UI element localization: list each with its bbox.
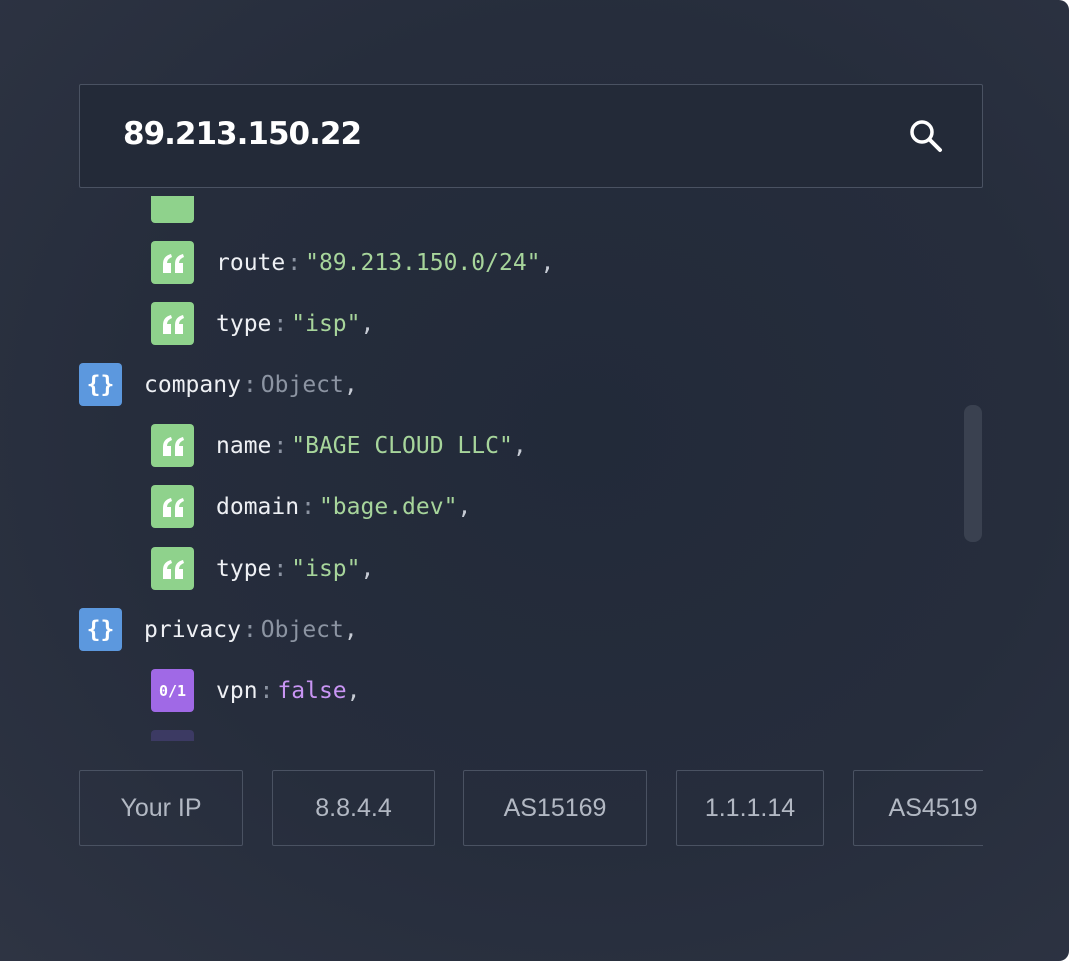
string-type-icon [151,485,194,528]
json-value: "isp" [291,310,361,337]
json-value: "isp" [291,555,361,582]
colon: : [273,432,288,459]
comma: , [512,432,527,459]
json-row[interactable]: {} privacy: Object, [79,608,358,651]
ip-lookup-panel: 89.213.150.22 route: "89.213.150.0/24", t… [0,0,1069,961]
string-type-icon [151,241,194,284]
comma: , [343,616,358,643]
json-key: name [216,432,272,459]
json-key: type [216,310,272,337]
json-row: type: "isp", [151,302,374,345]
chip-as15169[interactable]: AS15169 [463,770,647,846]
json-row-partial-bottom [151,730,216,741]
json-key: route [216,249,286,276]
search-icon[interactable] [908,118,944,154]
json-row[interactable]: {} company: Object, [79,363,358,406]
colon: : [242,371,257,398]
object-type-icon: {} [79,363,122,406]
chip-8-8-4-4[interactable]: 8.8.4.4 [272,770,435,846]
json-key: company [144,371,241,398]
json-row: domain: "bage.dev", [151,485,471,528]
json-value: "bage.dev" [318,493,458,520]
json-key: vpn [216,677,258,704]
boolean-type-icon: 0/1 [151,669,194,712]
json-key: type [216,555,272,582]
json-key: privacy [144,616,241,643]
colon: : [301,493,315,520]
json-value: Object [260,616,344,643]
chip-as4519[interactable]: AS4519 [853,770,983,846]
chip-1-1-1-14[interactable]: 1.1.1.14 [676,770,824,846]
json-value: false [277,677,347,704]
colon: : [242,616,257,643]
colon: : [259,677,274,704]
boolean-type-icon [151,730,194,741]
json-row: route: "89.213.150.0/24", [151,241,554,284]
json-row: type: "isp", [151,547,374,590]
chip-your-ip[interactable]: Your IP [79,770,243,846]
string-type-icon [151,424,194,467]
colon: : [287,249,302,276]
json-key: domain [216,493,300,520]
comma: , [346,677,361,704]
search-input[interactable]: 89.213.150.22 [123,116,362,152]
json-result-view: route: "89.213.150.0/24", type: "isp", {} … [79,196,983,741]
json-row-partial-top [151,196,216,223]
colon: : [273,555,288,582]
json-row: name: "BAGE CLOUD LLC", [151,424,527,467]
quick-lookup-chips: Your IP 8.8.4.4 AS15169 1.1.1.14 AS4519 [79,770,983,848]
object-type-icon: {} [79,608,122,651]
json-value: "BAGE CLOUD LLC" [291,432,513,459]
comma: , [343,371,358,398]
scrollbar-thumb[interactable] [964,405,982,542]
search-box[interactable]: 89.213.150.22 [79,84,983,188]
string-type-icon [151,302,194,345]
colon: : [273,310,288,337]
comma: , [360,310,375,337]
json-row: 0/1 vpn: false, [151,669,361,712]
json-value: Object [260,371,344,398]
comma: , [457,493,472,520]
string-type-icon [151,547,194,590]
string-type-icon [151,196,194,223]
comma: , [360,555,375,582]
json-value: "89.213.150.0/24" [305,249,541,276]
comma: , [540,249,555,276]
